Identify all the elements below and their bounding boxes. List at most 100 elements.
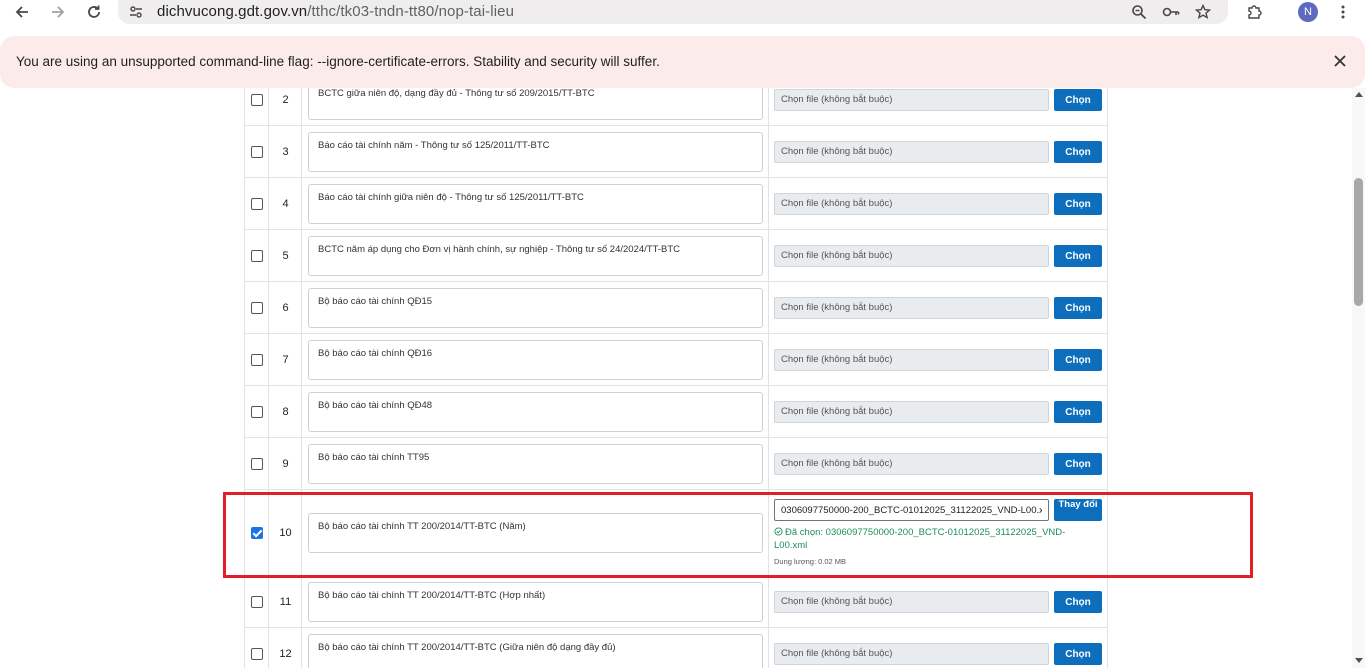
choose-file-button[interactable]: Chọn <box>1054 453 1102 475</box>
file-cell: Chọn file (không bắt buộc) Chọn <box>768 88 1108 125</box>
page-content: 2 BCTC giữa niên độ, dạng đầy đủ - Thông … <box>0 88 1352 668</box>
file-input[interactable]: Chọn file (không bắt buộc) <box>774 89 1049 111</box>
selected-row-highlight <box>223 492 1253 578</box>
choose-file-button[interactable]: Chọn <box>1054 643 1102 665</box>
key-icon[interactable] <box>1161 2 1181 22</box>
name-cell: Bộ báo cáo tài chính TT95 <box>301 438 768 489</box>
choose-file-button[interactable]: Chọn <box>1054 349 1102 371</box>
row-checkbox[interactable] <box>251 250 263 262</box>
row-number: 6 <box>282 302 289 314</box>
checkbox-cell <box>244 178 268 229</box>
back-arrow-icon[interactable] <box>12 2 32 22</box>
profile-avatar[interactable]: N <box>1298 2 1318 22</box>
scroll-down-arrow-icon[interactable] <box>1355 658 1363 663</box>
checkbox-cell <box>244 230 268 281</box>
file-input[interactable]: Chọn file (không bắt buộc) <box>774 297 1049 319</box>
row-checkbox[interactable] <box>251 302 263 314</box>
choose-file-button[interactable]: Chọn <box>1054 401 1102 423</box>
star-icon[interactable] <box>1193 2 1213 22</box>
document-name-field[interactable]: Bộ báo cáo tài chính QĐ48 <box>308 392 763 432</box>
zoom-icon[interactable] <box>1129 2 1149 22</box>
choose-file-button[interactable]: Chọn <box>1054 89 1102 111</box>
forward-arrow-icon[interactable] <box>48 2 68 22</box>
tune-icon[interactable] <box>126 2 146 22</box>
table-row: 3 Báo cáo tài chính năm - Thông tư số 125… <box>244 126 1108 178</box>
puzzle-icon[interactable] <box>1244 2 1264 22</box>
checkbox-cell <box>244 438 268 489</box>
file-input[interactable]: Chọn file (không bắt buộc) <box>774 193 1049 215</box>
file-cell: Chọn file (không bắt buộc) Chọn <box>768 576 1108 627</box>
row-checkbox[interactable] <box>251 354 263 366</box>
stt-cell: 3 <box>268 126 301 177</box>
address-bar[interactable]: dichvucong.gdt.gov.vn/tthc/tk03-tndn-tt8… <box>118 0 1228 24</box>
table-row: 2 BCTC giữa niên độ, dạng đầy đủ - Thông … <box>244 88 1108 126</box>
name-cell: Bộ báo cáo tài chính TT 200/2014/TT-BTC … <box>301 628 768 668</box>
row-checkbox[interactable] <box>251 596 263 608</box>
kebab-menu-icon[interactable] <box>1333 2 1353 22</box>
file-input[interactable]: Chọn file (không bắt buộc) <box>774 401 1049 423</box>
close-icon[interactable] <box>1331 52 1349 70</box>
document-name-field[interactable]: Bộ báo cáo tài chính QĐ16 <box>308 340 763 380</box>
scroll-up-arrow-icon[interactable] <box>1355 92 1363 97</box>
checkbox-cell <box>244 576 268 627</box>
document-name-field[interactable]: Bộ báo cáo tài chính TT 200/2014/TT-BTC … <box>308 582 763 622</box>
checkbox-cell <box>244 282 268 333</box>
row-checkbox[interactable] <box>251 458 263 470</box>
file-input[interactable]: Chọn file (không bắt buộc) <box>774 591 1049 613</box>
file-input[interactable]: Chọn file (không bắt buộc) <box>774 453 1049 475</box>
row-number: 4 <box>282 198 289 210</box>
checkbox-cell <box>244 334 268 385</box>
row-number: 3 <box>282 146 289 158</box>
table-row: 9 Bộ báo cáo tài chính TT95 Chọn file (khô… <box>244 438 1108 490</box>
stt-cell: 6 <box>268 282 301 333</box>
stt-cell: 11 <box>268 576 301 627</box>
file-cell: Chọn file (không bắt buộc) Chọn <box>768 230 1108 281</box>
choose-file-button[interactable]: Chọn <box>1054 245 1102 267</box>
row-number: 8 <box>282 406 289 418</box>
stt-cell: 5 <box>268 230 301 281</box>
vertical-scrollbar[interactable] <box>1352 88 1365 668</box>
row-checkbox[interactable] <box>251 648 263 660</box>
document-name-field[interactable]: BCTC giữa niên độ, dạng đầy đủ - Thông t… <box>308 88 763 120</box>
file-input[interactable]: Chọn file (không bắt buộc) <box>774 141 1049 163</box>
name-cell: BCTC giữa niên độ, dạng đầy đủ - Thông t… <box>301 88 768 125</box>
name-cell: Bộ báo cáo tài chính TT 200/2014/TT-BTC … <box>301 576 768 627</box>
document-name-field[interactable]: Báo cáo tài chính năm - Thông tư số 125/… <box>308 132 763 172</box>
url-domain: dichvucong.gdt.gov.vn <box>157 3 308 20</box>
choose-file-button[interactable]: Chọn <box>1054 297 1102 319</box>
table-row: 6 Bộ báo cáo tài chính QĐ15 Chọn file (khô… <box>244 282 1108 334</box>
row-checkbox[interactable] <box>251 94 263 106</box>
choose-file-button[interactable]: Chọn <box>1054 141 1102 163</box>
name-cell: Bộ báo cáo tài chính QĐ48 <box>301 386 768 437</box>
document-name-field[interactable]: Bộ báo cáo tài chính TT95 <box>308 444 763 484</box>
checkbox-cell <box>244 628 268 668</box>
document-name-field[interactable]: Báo cáo tài chính giữa niên độ - Thông t… <box>308 184 763 224</box>
file-input[interactable]: Chọn file (không bắt buộc) <box>774 643 1049 665</box>
browser-toolbar: dichvucong.gdt.gov.vn/tthc/tk03-tndn-tt8… <box>0 0 1365 24</box>
file-cell: Chọn file (không bắt buộc) Chọn <box>768 178 1108 229</box>
file-input[interactable]: Chọn file (không bắt buộc) <box>774 245 1049 267</box>
file-cell: Chọn file (không bắt buộc) Chọn <box>768 386 1108 437</box>
document-name-field[interactable]: Bộ báo cáo tài chính QĐ15 <box>308 288 763 328</box>
row-number: 12 <box>279 648 292 660</box>
row-checkbox[interactable] <box>251 198 263 210</box>
stt-cell: 4 <box>268 178 301 229</box>
scroll-thumb[interactable] <box>1354 178 1363 306</box>
choose-file-button[interactable]: Chọn <box>1054 193 1102 215</box>
name-cell: Bộ báo cáo tài chính QĐ15 <box>301 282 768 333</box>
reload-icon[interactable] <box>84 2 104 22</box>
document-name-field[interactable]: Bộ báo cáo tài chính TT 200/2014/TT-BTC … <box>308 634 763 668</box>
row-number: 5 <box>282 250 289 262</box>
row-checkbox[interactable] <box>251 406 263 418</box>
url-text: dichvucong.gdt.gov.vn/tthc/tk03-tndn-tt8… <box>157 3 514 20</box>
stt-cell: 8 <box>268 386 301 437</box>
choose-file-button[interactable]: Chọn <box>1054 591 1102 613</box>
checkbox-cell <box>244 88 268 125</box>
row-checkbox[interactable] <box>251 146 263 158</box>
warning-infobar: You are using an unsupported command-lin… <box>0 36 1365 88</box>
file-input[interactable]: Chọn file (không bắt buộc) <box>774 349 1049 371</box>
document-name-field[interactable]: BCTC năm áp dụng cho Đơn vị hành chính, … <box>308 236 763 276</box>
table-row: 4 Báo cáo tài chính giữa niên độ - Thông … <box>244 178 1108 230</box>
checkbox-cell <box>244 386 268 437</box>
file-cell: Chọn file (không bắt buộc) Chọn <box>768 438 1108 489</box>
